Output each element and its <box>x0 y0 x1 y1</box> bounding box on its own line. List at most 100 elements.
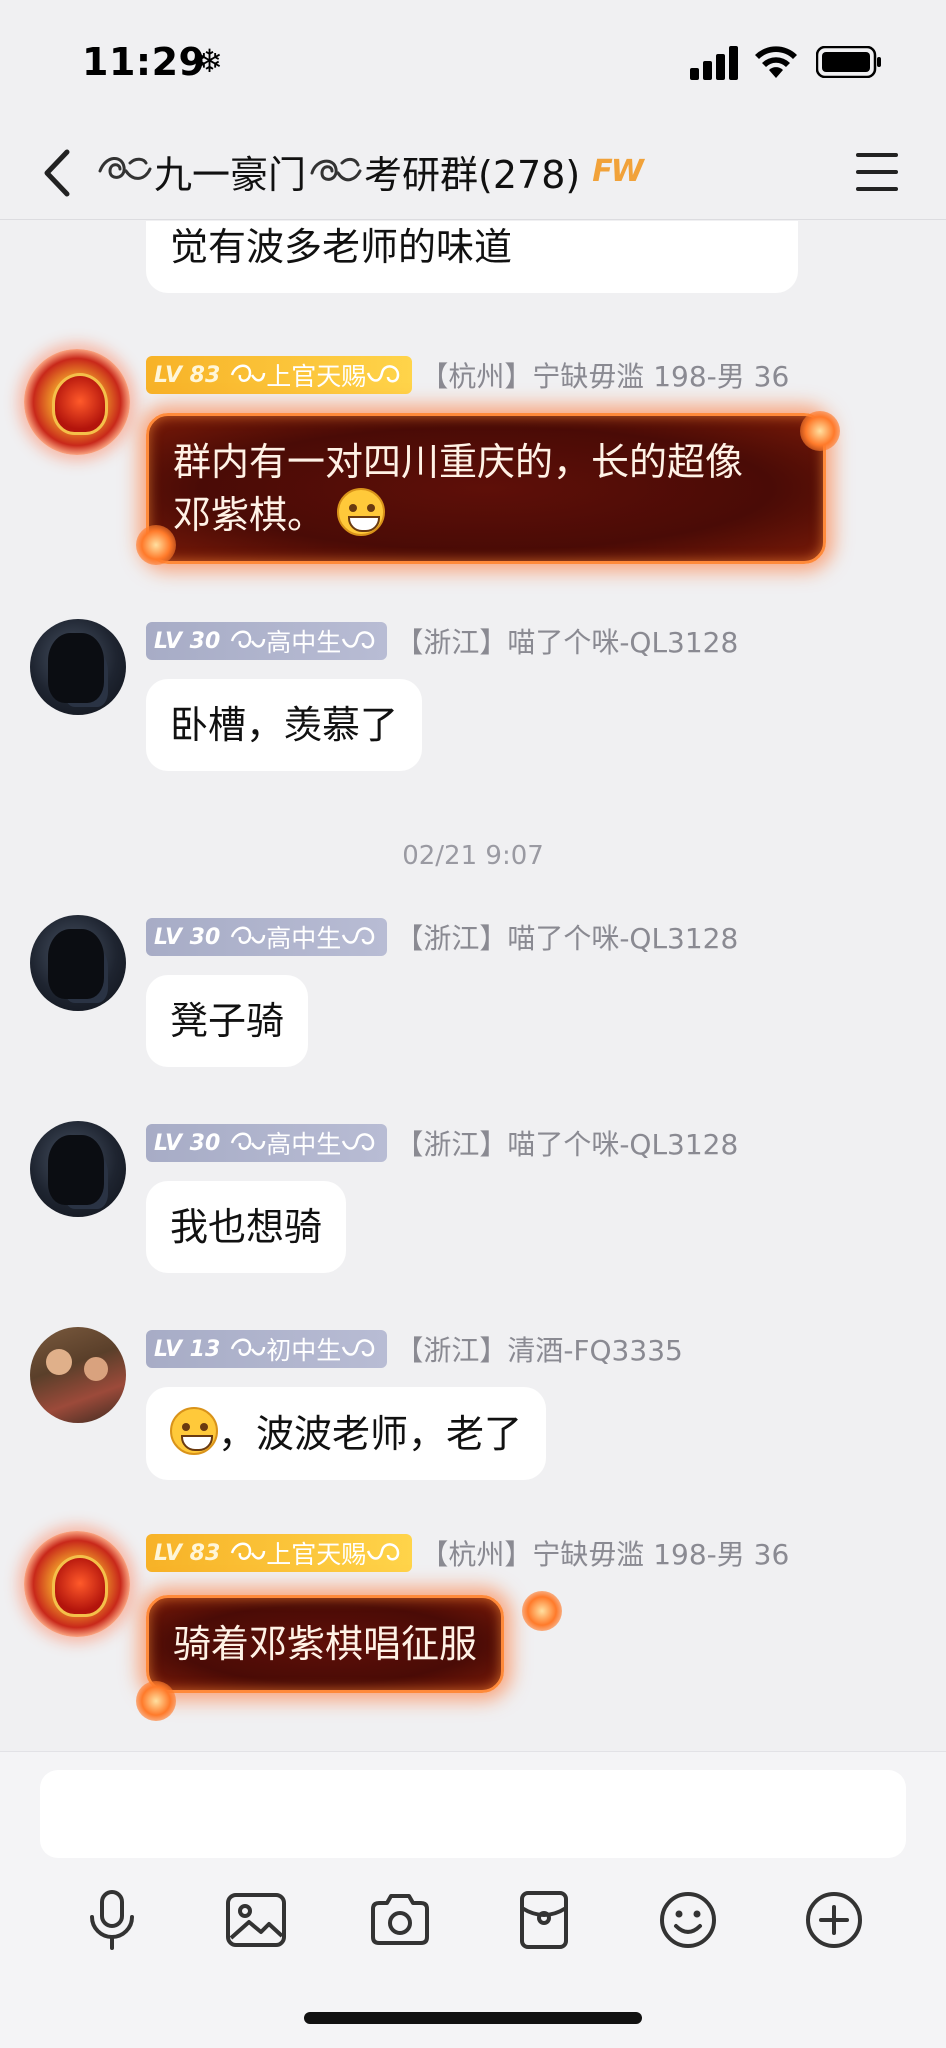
level-title: 高中生 <box>266 1130 342 1159</box>
level-label: LV 30 <box>154 628 221 654</box>
message-meta: LV 30 高中生 【浙江】喵了个咪-QL3128 <box>146 917 738 957</box>
status-bar: 11:29 ❄ <box>0 0 946 125</box>
message-meta: LV 30 高中生 【浙江】喵了个咪-QL3128 <box>146 1123 738 1163</box>
sender-name[interactable]: 【浙江】喵了个咪-QL3128 <box>395 917 738 957</box>
red-packet-button[interactable] <box>506 1882 582 1958</box>
flame-decoration-icon <box>136 1681 176 1721</box>
flourish-icon <box>231 926 266 944</box>
message-text: 觉有波多老师的味道 <box>170 225 513 269</box>
flourish-icon <box>231 1132 266 1150</box>
camera-icon <box>371 1894 429 1945</box>
message-meta: LV 30 高中生 【浙江】喵了个咪-QL3128 <box>146 621 738 661</box>
message-bubble[interactable]: 凳子骑 <box>146 975 309 1067</box>
back-button[interactable] <box>28 143 84 203</box>
avatar[interactable] <box>30 619 126 715</box>
message-bubble[interactable]: 群内有一对四川重庆的，长的超像 邓紫棋。 <box>146 413 826 564</box>
level-title: 上官天赐 <box>266 1540 367 1569</box>
flame-decoration-icon <box>522 1591 562 1631</box>
level-label: LV 83 <box>154 362 221 388</box>
input-area <box>0 1751 946 2048</box>
message-text: 群内有一对四川重庆的，长的超像 <box>173 440 744 484</box>
microphone-icon <box>90 1890 134 1950</box>
sender-name[interactable]: 【杭州】宁缺毋滥 198-男 36 <box>420 1533 789 1573</box>
level-badge: LV 83 上官天赐 <box>146 356 413 394</box>
avatar[interactable] <box>30 1121 126 1217</box>
flourish-icon <box>231 1338 266 1356</box>
flame-decoration-icon <box>136 525 176 565</box>
level-title: 上官天赐 <box>266 362 367 391</box>
level-title: 初中生 <box>266 1336 342 1365</box>
flourish-icon <box>342 1133 375 1151</box>
emoji-icon <box>660 1892 716 1948</box>
level-title: 高中生 <box>266 924 342 953</box>
battery-icon <box>816 46 881 78</box>
voice-button[interactable] <box>74 1882 150 1958</box>
fw-badge: FW <box>592 153 644 189</box>
snowflake-icon: ❄ <box>196 42 223 80</box>
plus-icon <box>806 1892 862 1948</box>
flame-decoration-icon <box>800 411 840 451</box>
message-text: 骑着邓紫棋唱征服 <box>173 1622 478 1666</box>
cellular-signal-icon <box>690 46 738 80</box>
chevron-left-icon <box>44 149 70 197</box>
level-badge: LV 30 高中生 <box>146 1124 388 1162</box>
level-title: 高中生 <box>266 628 342 657</box>
flourish-icon <box>231 1542 266 1560</box>
image-icon <box>226 1893 286 1947</box>
flourish-icon <box>342 631 375 649</box>
level-badge: LV 30 高中生 <box>146 918 388 956</box>
message-text: 我也想骑 <box>170 1205 323 1249</box>
avatar[interactable] <box>30 915 126 1011</box>
sender-name[interactable]: 【杭州】宁缺毋滥 198-男 36 <box>420 355 789 395</box>
input-toolbar <box>0 1882 946 1962</box>
chat-header: 九一豪门 考研群(278) FW <box>0 125 946 220</box>
level-label: LV 13 <box>154 1336 221 1362</box>
flourish-icon <box>231 630 266 648</box>
flourish-icon <box>342 1339 375 1357</box>
level-badge: LV 13 初中生 <box>146 1330 388 1368</box>
flourish-icon <box>231 364 266 382</box>
flourish-icon <box>342 927 375 945</box>
avatar[interactable] <box>24 349 130 455</box>
grin-emoji-icon <box>337 488 386 536</box>
message-list[interactable]: 觉有波多老师的味道 LV 83 上官天赐 【杭州】宁缺毋滥 198-男 36 群… <box>0 221 946 1751</box>
chat-title[interactable]: 九一豪门 考研群(278) FW <box>96 141 644 201</box>
sender-name[interactable]: 【浙江】喵了个咪-QL3128 <box>395 621 738 661</box>
message-bubble[interactable]: 卧槽，羡慕了 <box>146 679 423 771</box>
sender-name[interactable]: 【浙江】喵了个咪-QL3128 <box>395 1123 738 1163</box>
message-text-line2: 邓紫棋。 <box>173 493 326 537</box>
level-badge: LV 83 上官天赐 <box>146 1534 413 1572</box>
more-button[interactable] <box>796 1882 872 1958</box>
level-label: LV 30 <box>154 924 221 950</box>
message-bubble[interactable]: 我也想骑 <box>146 1181 347 1273</box>
message-bubble[interactable]: 骑着邓紫棋唱征服 <box>146 1595 505 1693</box>
message-bubble[interactable]: ，波波老师，老了 <box>146 1387 547 1480</box>
message-text: 卧槽，羡慕了 <box>170 703 399 747</box>
message-meta: LV 13 初中生 【浙江】清酒-FQ3335 <box>146 1329 683 1369</box>
message-input[interactable] <box>40 1770 906 1858</box>
red-packet-icon <box>520 1891 568 1949</box>
chat-title-part2: 考研群(278) <box>364 152 581 197</box>
flourish-icon <box>98 157 152 180</box>
timestamp: 02/21 9:07 <box>402 841 544 871</box>
menu-button[interactable] <box>852 147 902 197</box>
level-label: LV 83 <box>154 1540 221 1566</box>
smile-emoji-icon <box>170 1407 218 1455</box>
message-bubble[interactable]: 觉有波多老师的味道 <box>146 221 798 293</box>
emoji-button[interactable] <box>650 1882 726 1958</box>
chat-title-part1: 九一豪门 <box>154 152 307 197</box>
flourish-icon <box>310 157 362 182</box>
flourish-icon <box>367 365 400 383</box>
message-meta: LV 83 上官天赐 【杭州】宁缺毋滥 198-男 36 <box>146 1533 789 1573</box>
menu-line <box>856 170 898 174</box>
avatar[interactable] <box>24 1531 130 1637</box>
message-text: ，波波老师，老了 <box>218 1412 523 1456</box>
avatar[interactable] <box>30 1327 126 1423</box>
sender-name[interactable]: 【浙江】清酒-FQ3335 <box>395 1329 683 1369</box>
wifi-icon <box>755 46 797 78</box>
home-indicator[interactable] <box>304 2012 642 2024</box>
menu-line <box>856 187 898 191</box>
level-badge: LV 30 高中生 <box>146 622 388 660</box>
camera-button[interactable] <box>362 1882 438 1958</box>
image-button[interactable] <box>218 1882 294 1958</box>
